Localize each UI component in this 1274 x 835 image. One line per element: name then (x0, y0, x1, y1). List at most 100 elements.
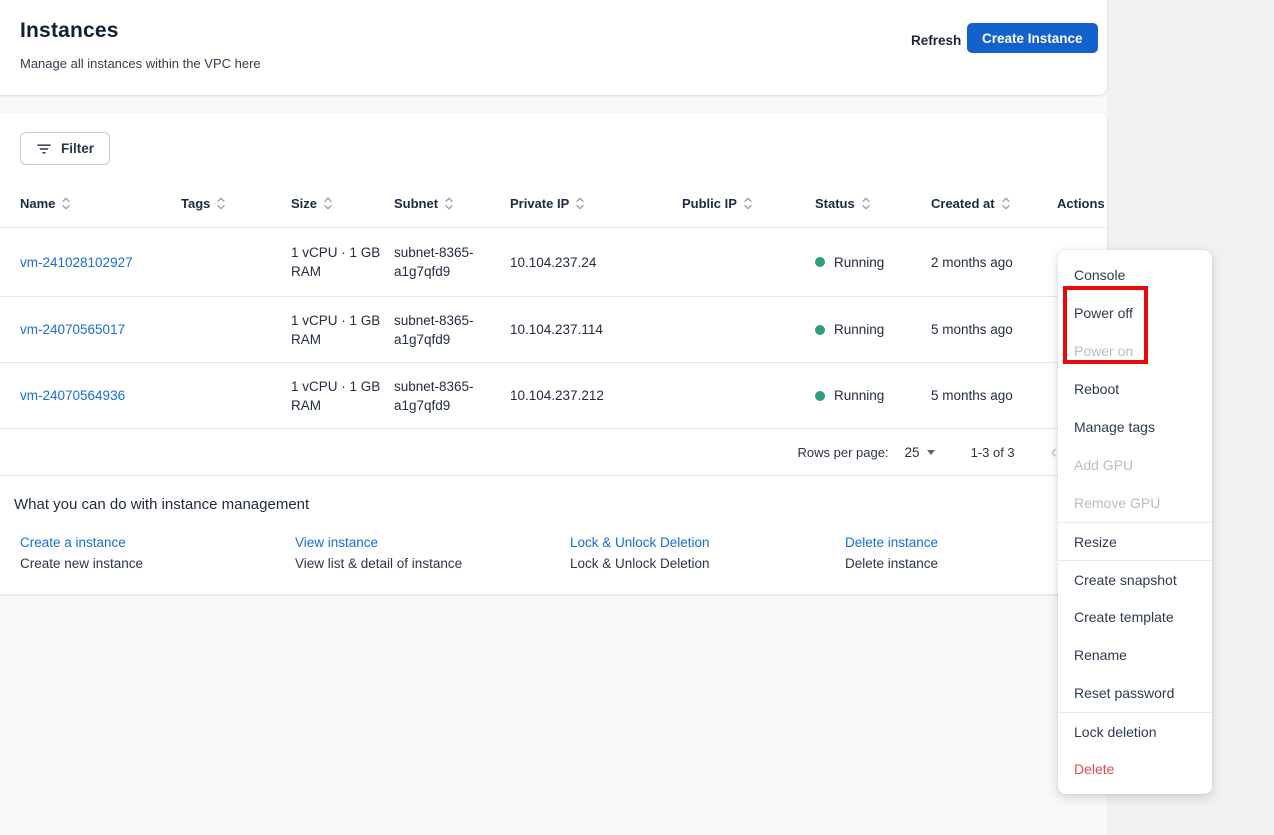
column-header-public-ip[interactable]: Public IP (682, 180, 802, 227)
column-header-size[interactable]: Size (291, 180, 386, 227)
page-title: Instances (20, 19, 119, 43)
column-label: Size (291, 194, 317, 213)
menu-item-reset-password[interactable]: Reset password (1058, 674, 1212, 712)
rows-per-page-label: Rows per page: (797, 445, 888, 460)
subnet-cell: subnet-8365-a1g7qfd9 (394, 297, 499, 362)
menu-item-remove-gpu: Remove GPU (1058, 484, 1212, 522)
instances-panel: Filter Name Tags Size Subnet Private IP (0, 113, 1107, 594)
private-ip-cell: 10.104.237.24 (510, 228, 670, 296)
help-item: Delete instance Delete instance (845, 535, 938, 571)
private-ip-cell: 10.104.237.212 (510, 363, 670, 428)
filter-button[interactable]: Filter (20, 132, 110, 165)
help-link-lock-unlock-deletion[interactable]: Lock & Unlock Deletion (570, 535, 710, 550)
public-ip-cell (682, 228, 802, 296)
column-header-private-ip[interactable]: Private IP (510, 180, 670, 227)
tags-cell (181, 363, 281, 428)
tags-cell (181, 228, 281, 296)
pagination-bar: Rows per page: 25 1-3 of 3 ‹ (0, 429, 1107, 476)
chevron-left-icon: ‹ (1051, 443, 1057, 462)
menu-item-manage-tags[interactable]: Manage tags (1058, 408, 1212, 446)
private-ip-cell: 10.104.237.114 (510, 297, 670, 362)
menu-item-power-on: Power on (1058, 332, 1212, 370)
filter-icon (36, 142, 52, 156)
table-header-row: Name Tags Size Subnet Private IP Public … (0, 180, 1107, 228)
help-description: View list & detail of instance (295, 556, 462, 571)
column-header-created-at[interactable]: Created at (931, 180, 1046, 227)
create-instance-button[interactable]: Create Instance (967, 23, 1098, 53)
status-cell: Running (815, 363, 920, 428)
instance-name-link[interactable]: vm-241028102927 (20, 253, 133, 272)
refresh-button[interactable]: Refresh (903, 28, 969, 53)
column-header-subnet[interactable]: Subnet (394, 180, 499, 227)
sort-icon (575, 196, 585, 211)
status-label: Running (834, 320, 884, 339)
table-row: vm-24070565017 1 vCPU · 1 GB RAM subnet-… (0, 297, 1107, 363)
help-link-create-instance[interactable]: Create a instance (20, 535, 143, 550)
instances-page: Instances Manage all instances within th… (0, 0, 1274, 835)
column-header-tags[interactable]: Tags (181, 180, 281, 227)
sort-icon (444, 196, 454, 211)
menu-item-add-gpu: Add GPU (1058, 446, 1212, 484)
column-header-name[interactable]: Name (20, 180, 170, 227)
column-label: Tags (181, 194, 210, 213)
sort-icon (323, 196, 333, 211)
rows-per-page-select[interactable]: 25 (905, 445, 935, 460)
column-label: Created at (931, 194, 995, 213)
created-at-cell: 5 months ago (931, 363, 1046, 428)
status-cell: Running (815, 228, 920, 296)
column-header-actions: Actions (1057, 180, 1107, 227)
subnet-cell: subnet-8365-a1g7qfd9 (394, 363, 499, 428)
help-section-title: What you can do with instance management (14, 496, 309, 513)
sort-icon (743, 196, 753, 211)
instance-name-link[interactable]: vm-24070564936 (20, 386, 125, 405)
menu-item-create-snapshot[interactable]: Create snapshot (1058, 560, 1212, 598)
page-subtitle: Manage all instances within the VPC here (20, 56, 261, 71)
help-link-delete-instance[interactable]: Delete instance (845, 535, 938, 550)
chevron-down-icon (927, 450, 935, 455)
status-cell: Running (815, 297, 920, 362)
filter-button-label: Filter (61, 141, 94, 156)
tags-cell (181, 297, 281, 362)
column-label: Private IP (510, 194, 569, 213)
public-ip-cell (682, 363, 802, 428)
page-header: Instances Manage all instances within th… (0, 0, 1107, 95)
pagination-range-label: 1-3 of 3 (971, 445, 1015, 460)
size-cell: 1 vCPU · 1 GB RAM (291, 228, 386, 296)
size-cell: 1 vCPU · 1 GB RAM (291, 297, 386, 362)
menu-item-create-template[interactable]: Create template (1058, 598, 1212, 636)
menu-item-delete[interactable]: Delete (1058, 750, 1212, 788)
column-label: Name (20, 194, 55, 213)
status-label: Running (834, 253, 884, 272)
menu-item-console[interactable]: Console (1058, 256, 1212, 294)
status-running-dot (815, 391, 825, 401)
help-link-view-instance[interactable]: View instance (295, 535, 462, 550)
column-label: Actions (1057, 194, 1105, 213)
help-item: Create a instance Create new instance (20, 535, 143, 571)
public-ip-cell (682, 297, 802, 362)
menu-item-resize[interactable]: Resize (1058, 522, 1212, 560)
menu-item-rename[interactable]: Rename (1058, 636, 1212, 674)
created-at-cell: 5 months ago (931, 297, 1046, 362)
table-row: vm-24070564936 1 vCPU · 1 GB RAM subnet-… (0, 363, 1107, 429)
column-label: Public IP (682, 194, 737, 213)
menu-item-power-off[interactable]: Power off (1058, 294, 1212, 332)
help-item: Lock & Unlock Deletion Lock & Unlock Del… (570, 535, 710, 571)
status-label: Running (834, 386, 884, 405)
table-row: vm-241028102927 1 vCPU · 1 GB RAM subnet… (0, 228, 1107, 297)
rows-per-page-value: 25 (905, 445, 920, 460)
sort-icon (1001, 196, 1011, 211)
menu-item-reboot[interactable]: Reboot (1058, 370, 1212, 408)
column-header-status[interactable]: Status (815, 180, 920, 227)
subnet-cell: subnet-8365-a1g7qfd9 (394, 228, 499, 296)
menu-item-lock-deletion[interactable]: Lock deletion (1058, 712, 1212, 750)
created-at-cell: 2 months ago (931, 228, 1046, 296)
column-label: Subnet (394, 194, 438, 213)
help-item: View instance View list & detail of inst… (295, 535, 462, 571)
help-description: Lock & Unlock Deletion (570, 556, 710, 571)
help-description: Delete instance (845, 556, 938, 571)
status-running-dot (815, 325, 825, 335)
instance-name-link[interactable]: vm-24070565017 (20, 320, 125, 339)
sort-icon (861, 196, 871, 211)
help-description: Create new instance (20, 556, 143, 571)
instance-actions-menu: Console Power off Power on Reboot Manage… (1058, 250, 1212, 794)
